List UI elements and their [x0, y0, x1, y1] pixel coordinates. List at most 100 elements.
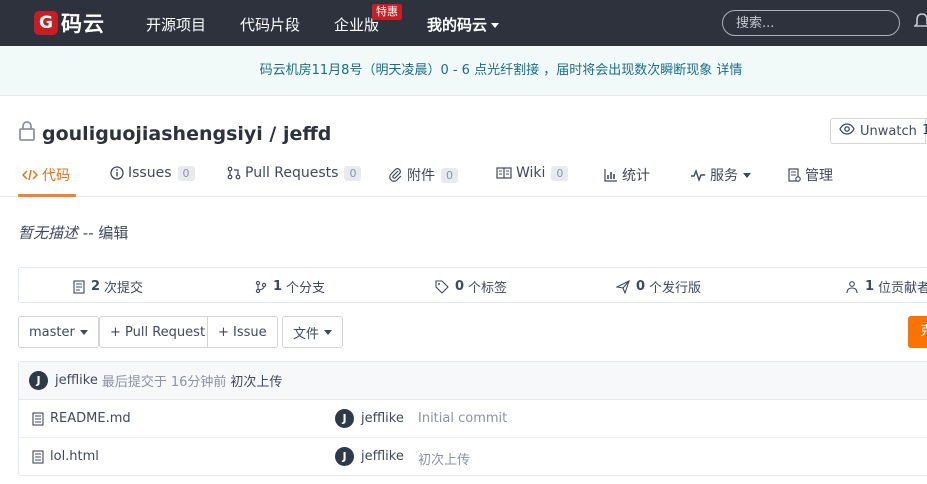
branch-select-label: master — [29, 324, 75, 340]
tab-issues-count: 0 — [177, 165, 195, 181]
file-name: lol.html — [50, 449, 99, 464]
commit-user-link[interactable]: jefflike — [55, 373, 98, 388]
eye-icon — [839, 123, 855, 139]
repo-owner-link[interactable]: gouliguojiashengsiyi — [42, 123, 263, 145]
repo-title: gouliguojiashengsiyi / jeffd — [18, 120, 331, 147]
tab-stats[interactable]: 统计 — [604, 165, 650, 185]
clone-button[interactable]: 克 — [908, 316, 927, 348]
bell-icon[interactable] — [913, 12, 927, 36]
tab-pull-requests-count: 0 — [344, 165, 362, 181]
contributors-icon — [846, 280, 858, 293]
tab-wiki-label: Wiki — [516, 165, 546, 181]
stat-releases-label: 个发行版 — [649, 281, 702, 296]
hot-badge: 特惠 — [372, 4, 402, 20]
info-icon — [110, 166, 124, 180]
stat-branches[interactable]: 1 个分支 — [255, 277, 325, 296]
file-link-lol-html[interactable]: lol.html — [32, 449, 99, 464]
stat-branches-label: 个分支 — [286, 281, 326, 296]
tab-manage[interactable]: 管理 — [787, 165, 833, 185]
notice-text: 码云机房11月8号（明天凌晨）0 - 6 点光纤割接 ，届时将会出现数次瞬断现象 — [259, 63, 713, 78]
new-pull-request-button[interactable]: + Pull Request — [99, 316, 217, 348]
lock-icon — [18, 120, 36, 147]
repo-separator: / — [262, 122, 283, 145]
new-issue-button[interactable]: + Issue — [207, 316, 278, 348]
tag-icon — [435, 279, 449, 294]
top-navbar: G 码云 开源项目 代码片段 企业版 特惠 我的码云 — [0, 0, 927, 46]
commit-time: 16分钟前 — [170, 375, 227, 390]
branch-icon — [255, 280, 267, 293]
active-tab-indicator — [18, 194, 76, 197]
notice-banner: 码云机房11月8号（明天凌晨）0 - 6 点光纤割接 ，届时将会出现数次瞬断现象… — [0, 46, 927, 96]
bar-chart-icon — [604, 169, 617, 182]
file-icon — [32, 411, 44, 426]
file-commit-message[interactable]: Initial commit — [418, 411, 507, 426]
avatar[interactable]: J — [29, 371, 48, 390]
branch-select[interactable]: master — [18, 316, 99, 348]
logo[interactable]: G 码云 — [34, 10, 105, 36]
file-menu-button[interactable]: 文件 — [282, 316, 344, 348]
nav-link-open-source[interactable]: 开源项目 — [146, 14, 206, 35]
commit-message-link[interactable]: 初次上传 — [230, 371, 282, 390]
notice-detail-link[interactable]: 详情 — [716, 63, 742, 78]
chevron-down-icon — [743, 172, 751, 178]
avatar: J — [335, 409, 354, 428]
tab-code[interactable]: 代码 — [22, 165, 70, 185]
tab-services[interactable]: 服务 — [690, 165, 751, 185]
repo-description: 暂无描述 -- 编辑 — [18, 222, 128, 243]
watch-count[interactable]: 1 — [917, 118, 927, 144]
pulse-icon — [691, 168, 705, 182]
tab-attachments[interactable]: 附件 0 — [389, 165, 458, 185]
paperclip-icon — [389, 168, 402, 182]
stat-releases[interactable]: 0 个发行版 — [616, 277, 701, 296]
tab-pull-requests[interactable]: Pull Requests 0 — [227, 165, 362, 181]
table-row: README.md J jefflike Initial commit — [19, 400, 927, 438]
tab-stats-label: 统计 — [622, 168, 650, 184]
avatar: J — [335, 447, 354, 466]
chevron-down-icon — [79, 329, 88, 335]
file-commit-message[interactable]: 初次上传 — [418, 449, 470, 468]
file-commit-author[interactable]: J jefflike — [335, 447, 404, 466]
stat-commits-label: 次提交 — [104, 281, 144, 296]
repo-tabs: 代码 Issues 0 Pull Requests 0 附件 0 Wiki 0 … — [0, 154, 927, 197]
tab-services-label: 服务 — [710, 168, 738, 184]
commit-icon — [73, 279, 85, 294]
stat-commits[interactable]: 2 次提交 — [73, 277, 143, 296]
stat-contributors[interactable]: 1 位贡献者 — [845, 277, 927, 296]
chevron-down-icon — [324, 329, 333, 335]
logo-mark: G — [34, 11, 58, 35]
tab-attachments-count: 0 — [441, 167, 458, 183]
tab-code-label: 代码 — [42, 168, 70, 184]
stat-tags-label: 个标签 — [468, 281, 508, 296]
file-link-readme[interactable]: README.md — [32, 411, 131, 426]
chevron-down-icon — [491, 23, 500, 28]
search-input[interactable] — [722, 10, 900, 36]
file-list: J jefflike 最后提交于 16分钟前 初次上传 README.md J … — [18, 361, 927, 476]
unwatch-button[interactable]: Unwatch — [830, 118, 926, 144]
stat-commits-num: 2 — [91, 279, 101, 294]
settings-doc-icon — [788, 168, 801, 182]
tab-issues[interactable]: Issues 0 — [110, 165, 195, 181]
description-text: 暂无描述 — [18, 224, 79, 242]
stat-tags[interactable]: 0 个标签 — [435, 277, 507, 296]
table-row: lol.html J jefflike 初次上传 — [19, 438, 927, 476]
file-icon — [32, 449, 44, 464]
file-commit-author[interactable]: J jefflike — [335, 409, 404, 428]
nav-link-snippets[interactable]: 代码片段 — [240, 14, 300, 35]
nav-link-my-gitee-label: 我的码云 — [427, 16, 488, 34]
edit-description-link[interactable]: 编辑 — [98, 224, 128, 242]
repo-stats-bar: 2 次提交 1 个分支 0 个标签 0 个发行版 1 位贡献者 — [18, 267, 927, 303]
stat-branches-num: 1 — [273, 279, 283, 294]
file-commit-user: jefflike — [361, 411, 404, 426]
file-commit-user: jefflike — [361, 449, 404, 464]
pull-request-icon — [227, 166, 241, 180]
logo-text: 码云 — [61, 12, 105, 36]
tab-attachments-label: 附件 — [407, 168, 435, 184]
repo-name-link[interactable]: jeffd — [283, 123, 331, 145]
stat-contributors-label: 位贡献者 — [878, 281, 927, 296]
nav-link-my-gitee[interactable]: 我的码云 — [427, 14, 500, 35]
stat-releases-num: 0 — [636, 279, 646, 294]
file-name: README.md — [50, 411, 131, 426]
tab-wiki[interactable]: Wiki 0 — [496, 165, 569, 181]
file-menu-label: 文件 — [293, 326, 320, 342]
tab-issues-label: Issues — [128, 165, 172, 181]
